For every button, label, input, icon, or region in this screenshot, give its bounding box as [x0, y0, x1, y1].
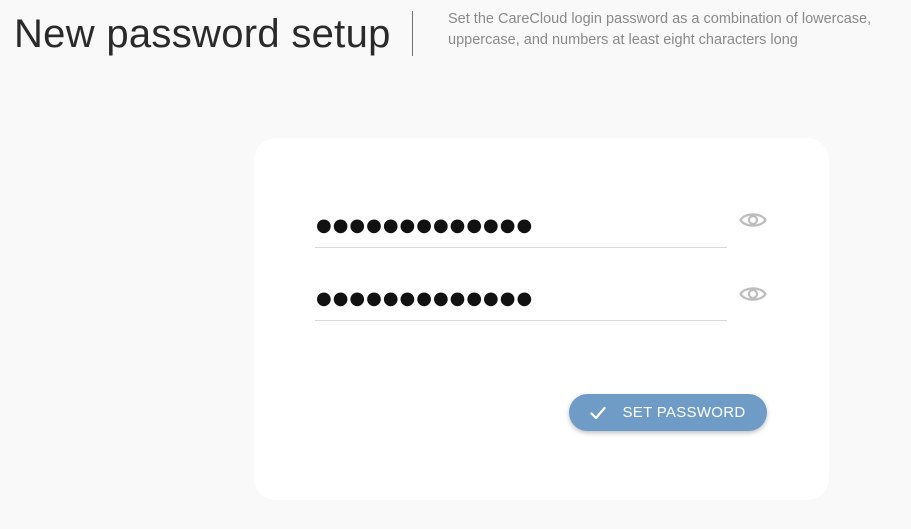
check-icon: [590, 406, 607, 420]
password-field: [315, 207, 728, 248]
password-input[interactable]: [315, 207, 728, 245]
password-form-card: SET PASSWORD: [254, 138, 829, 500]
confirm-password-field: [315, 280, 728, 321]
eye-icon[interactable]: [739, 210, 767, 230]
set-password-button[interactable]: SET PASSWORD: [569, 394, 767, 431]
confirm-password-input[interactable]: [315, 280, 728, 318]
header-divider: [412, 11, 413, 56]
eye-icon[interactable]: [739, 284, 767, 304]
password-setup-page: New password setup Set the CareCloud log…: [0, 0, 911, 529]
page-description: Set the CareCloud login password as a co…: [448, 11, 872, 48]
page-title: New password setup: [14, 12, 391, 56]
set-password-label: SET PASSWORD: [622, 404, 746, 421]
